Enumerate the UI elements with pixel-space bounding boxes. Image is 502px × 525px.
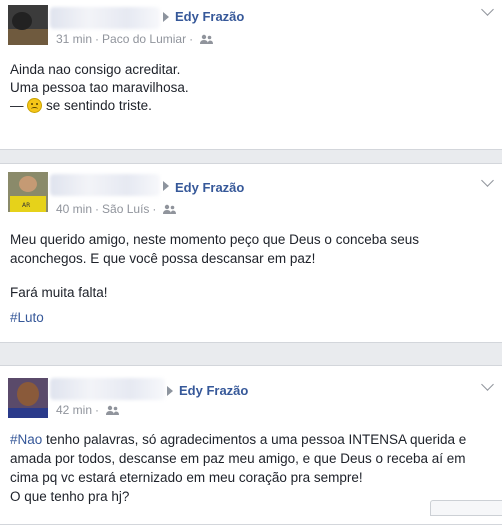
post-meta: 40 min · São Luís · — [56, 202, 177, 216]
svg-text:AR: AR — [22, 202, 30, 209]
avatar-image: AR — [8, 172, 48, 212]
triangle-right-icon — [167, 386, 173, 396]
triangle-right-icon — [163, 12, 169, 22]
post-line: O que tenho pra hj? — [10, 489, 130, 504]
post-meta: 31 min · Paco do Lumiar · — [56, 32, 214, 46]
post-paragraph: Meu querido amigo, neste momento peço qu… — [10, 232, 420, 266]
post-2: AR Edy Frazão 40 min · São Luís · Meu queri… — [0, 163, 502, 343]
chat-tab[interactable] — [430, 500, 502, 516]
post-paragraph: Fará muita falta! — [10, 285, 108, 300]
timestamp[interactable]: 31 min — [56, 32, 92, 46]
avatar[interactable] — [8, 378, 48, 418]
author-name[interactable]: Edy Frazão — [175, 9, 244, 24]
sad-emoji-icon — [27, 98, 43, 113]
author-name[interactable]: Edy Frazão — [175, 180, 244, 195]
post-line: Ainda nao consigo acreditar. — [10, 62, 181, 77]
post-menu-chevron-down-icon[interactable] — [481, 174, 494, 187]
post-paragraph: #Nao tenho palavras, só agradecimentos a… — [10, 430, 492, 487]
hashtag-link[interactable]: #Nao — [10, 432, 42, 447]
location[interactable]: São Luís — [102, 202, 149, 216]
blurred-name — [50, 378, 165, 400]
avatar-image — [8, 378, 48, 418]
feeling-text[interactable]: se sentindo triste. — [46, 98, 152, 113]
triangle-right-icon — [163, 181, 169, 191]
post-text: #Nao tenho palavras, só agradecimentos a… — [10, 430, 492, 506]
feeling-dash: — — [10, 98, 24, 113]
post-menu-chevron-down-icon[interactable] — [481, 378, 494, 391]
post-3: Edy Frazão 42 min · #Nao tenho palavras, … — [0, 365, 502, 525]
timestamp[interactable]: 40 min — [56, 202, 92, 216]
author-name[interactable]: Edy Frazão — [179, 383, 248, 398]
friends-icon[interactable] — [106, 405, 120, 415]
blurred-name — [50, 7, 160, 29]
post-text: Meu querido amigo, neste momento peço qu… — [10, 230, 492, 327]
friends-icon[interactable] — [163, 204, 177, 214]
friends-icon[interactable] — [200, 34, 214, 44]
timestamp[interactable]: 42 min — [56, 403, 92, 417]
location[interactable]: Paco do Lumiar — [102, 32, 186, 46]
avatar[interactable] — [8, 5, 48, 45]
hashtag-link[interactable]: #Luto — [10, 310, 44, 325]
post-body: tenho palavras, só agradecimentos a uma … — [10, 432, 467, 485]
blurred-name — [50, 174, 160, 196]
avatar-image — [8, 5, 48, 45]
post-meta: 42 min · — [56, 403, 120, 417]
post-line: Uma pessoa tao maravilhosa. — [10, 80, 189, 95]
post-1: Edy Frazão 31 min · Paco do Lumiar · Ainda … — [0, 0, 502, 150]
post-text: Ainda nao consigo acreditar. Uma pessoa … — [10, 61, 492, 115]
feeling: — se sentindo triste. — [10, 97, 492, 115]
post-menu-chevron-down-icon[interactable] — [481, 3, 494, 16]
avatar[interactable]: AR — [8, 172, 48, 212]
